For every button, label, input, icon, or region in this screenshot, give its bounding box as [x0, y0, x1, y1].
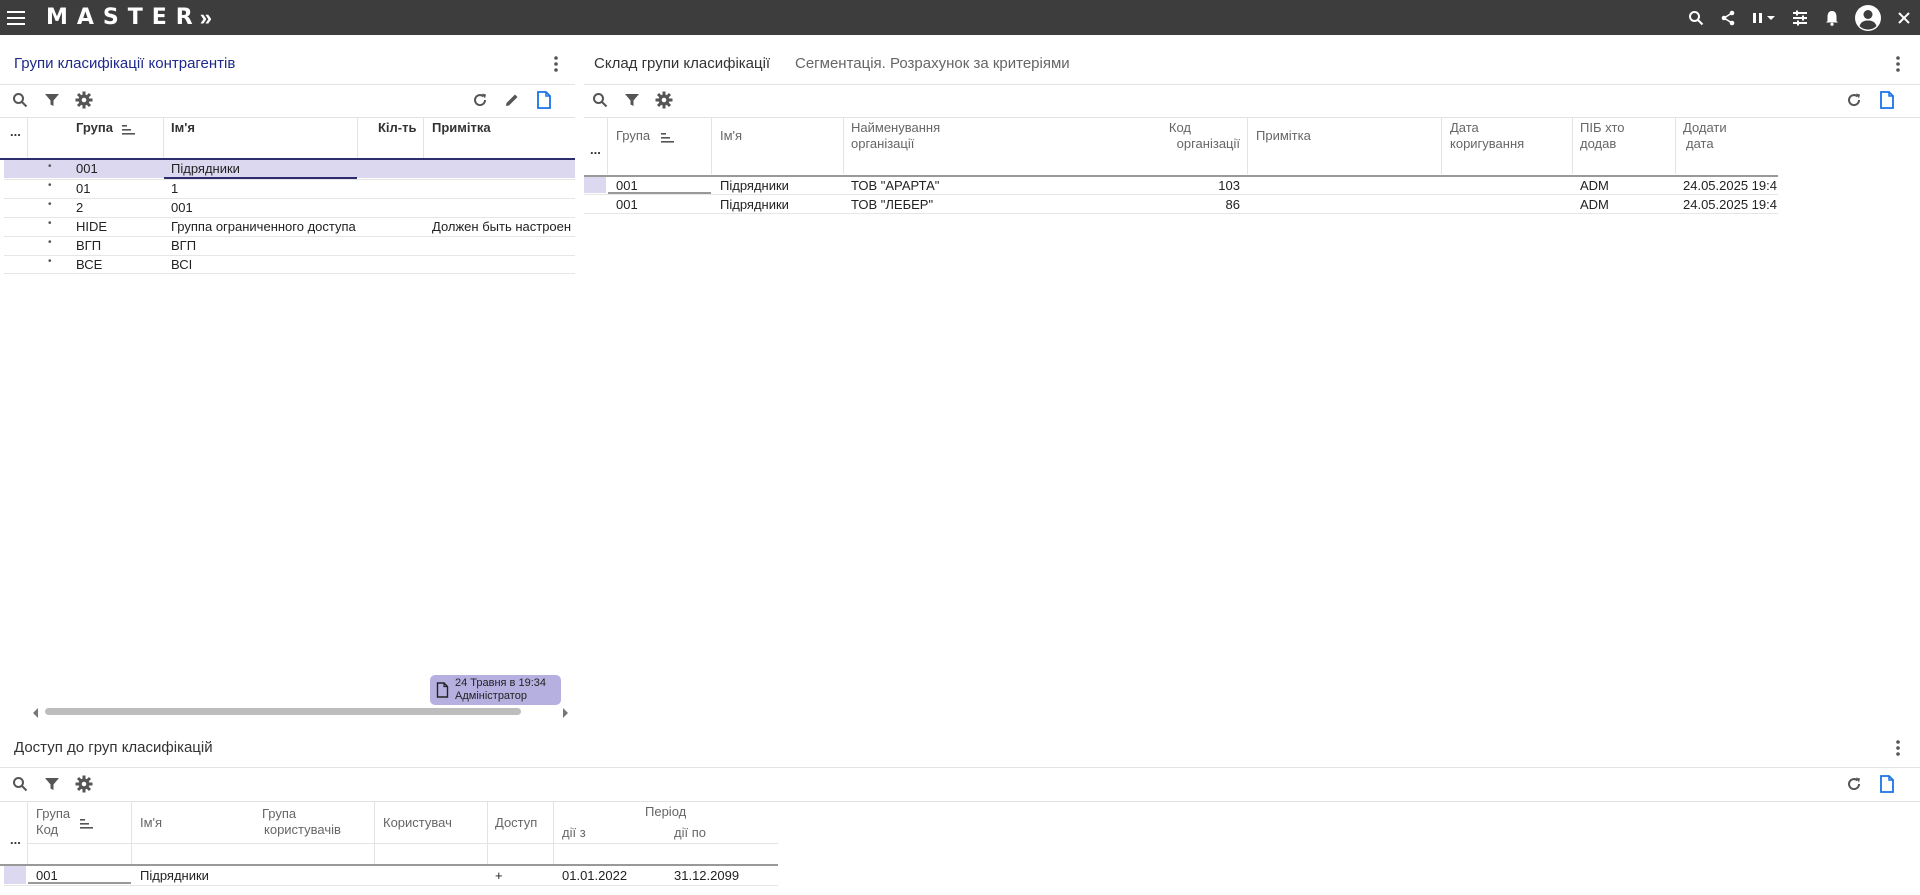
scroll-right-icon[interactable]	[563, 706, 569, 721]
columns-menu[interactable]: ...	[10, 832, 21, 848]
sort-icon[interactable]	[122, 123, 136, 138]
search-icon[interactable]	[1680, 0, 1712, 35]
column-header-to[interactable]: дії по	[674, 825, 706, 841]
close-icon[interactable]	[1888, 0, 1920, 35]
left-panel-title[interactable]: Групи класифікації контрагентів	[14, 55, 235, 72]
top-bar: MASTER »	[0, 0, 1920, 35]
column-header-access[interactable]: Доступ	[495, 815, 537, 831]
left-panel-menu-icon[interactable]	[546, 54, 566, 74]
column-header-group[interactable]: Група	[76, 120, 113, 136]
refresh-icon[interactable]	[1843, 89, 1865, 111]
column-header-name[interactable]: Ім'я	[140, 815, 162, 831]
search-icon[interactable]	[9, 773, 31, 795]
scroll-left-icon[interactable]	[33, 706, 39, 721]
audit-date: 24 Травня в 19:34	[455, 677, 546, 689]
column-header-count[interactable]: Кіл-ть	[378, 120, 417, 136]
audit-user: Адміністратор	[455, 690, 527, 702]
sort-icon[interactable]	[661, 131, 675, 146]
column-header-group-code[interactable]: Група Код	[36, 806, 70, 838]
bottom-panel-menu-icon[interactable]	[1888, 738, 1908, 758]
columns-menu[interactable]: ...	[590, 142, 601, 158]
column-header-period[interactable]: Період	[645, 804, 686, 820]
filter-icon[interactable]	[621, 89, 643, 111]
column-header-name[interactable]: Ім'я	[720, 128, 742, 144]
column-header-note[interactable]: Примітка	[432, 120, 491, 136]
right-panel-menu-icon[interactable]	[1888, 54, 1908, 74]
audit-badge: 24 Травня в 19:34 Адміністратор	[430, 675, 561, 705]
column-header-from[interactable]: дії з	[562, 825, 586, 841]
menu-icon[interactable]	[0, 0, 32, 35]
column-header-user-group[interactable]: Група користувачів	[262, 806, 372, 838]
share-icon[interactable]	[1712, 0, 1744, 35]
refresh-icon[interactable]	[469, 89, 491, 111]
columns-menu[interactable]: ...	[10, 124, 21, 140]
column-header-org-name[interactable]: Найменування організації	[851, 120, 940, 152]
column-header-note[interactable]: Примітка	[1256, 128, 1311, 144]
tab-segmentation[interactable]: Сегментація. Розрахунок за критеріями	[795, 55, 1070, 72]
refresh-icon[interactable]	[1843, 773, 1865, 795]
column-header-user[interactable]: Користувач	[383, 815, 452, 831]
app-logo[interactable]: MASTER	[46, 5, 202, 30]
bell-icon[interactable]	[1816, 0, 1848, 35]
column-header-org-code[interactable]: Код організації	[1100, 120, 1240, 152]
new-document-icon[interactable]	[1876, 773, 1898, 795]
column-header-name[interactable]: Ім'я	[171, 120, 195, 136]
new-document-icon[interactable]	[1876, 89, 1898, 111]
gear-icon[interactable]	[73, 89, 95, 111]
logo-expand-icon[interactable]: »	[200, 5, 212, 31]
search-icon[interactable]	[589, 89, 611, 111]
sort-icon[interactable]	[80, 817, 94, 832]
pencil-icon[interactable]	[501, 89, 523, 111]
column-header-edit-date[interactable]: Дата коригування	[1450, 120, 1524, 152]
column-header-group[interactable]: Група	[616, 128, 650, 144]
account-icon[interactable]	[1848, 0, 1888, 35]
gear-icon[interactable]	[653, 89, 675, 111]
search-icon[interactable]	[9, 89, 31, 111]
tune-icon[interactable]	[1784, 0, 1816, 35]
tab-group-composition[interactable]: Склад групи класифікації	[594, 55, 770, 72]
new-document-icon[interactable]	[533, 89, 555, 111]
filter-icon[interactable]	[41, 773, 63, 795]
gear-icon[interactable]	[73, 773, 95, 795]
horizontal-scrollbar[interactable]	[45, 708, 521, 715]
document-icon	[436, 682, 449, 698]
column-header-add-date[interactable]: Додати дата	[1683, 120, 1727, 152]
pause-icon[interactable]	[1744, 0, 1784, 35]
filter-icon[interactable]	[41, 89, 63, 111]
bottom-panel-title[interactable]: Доступ до груп класифікацій	[14, 739, 213, 756]
column-header-added-by[interactable]: ПІБ хто додав	[1580, 120, 1625, 152]
